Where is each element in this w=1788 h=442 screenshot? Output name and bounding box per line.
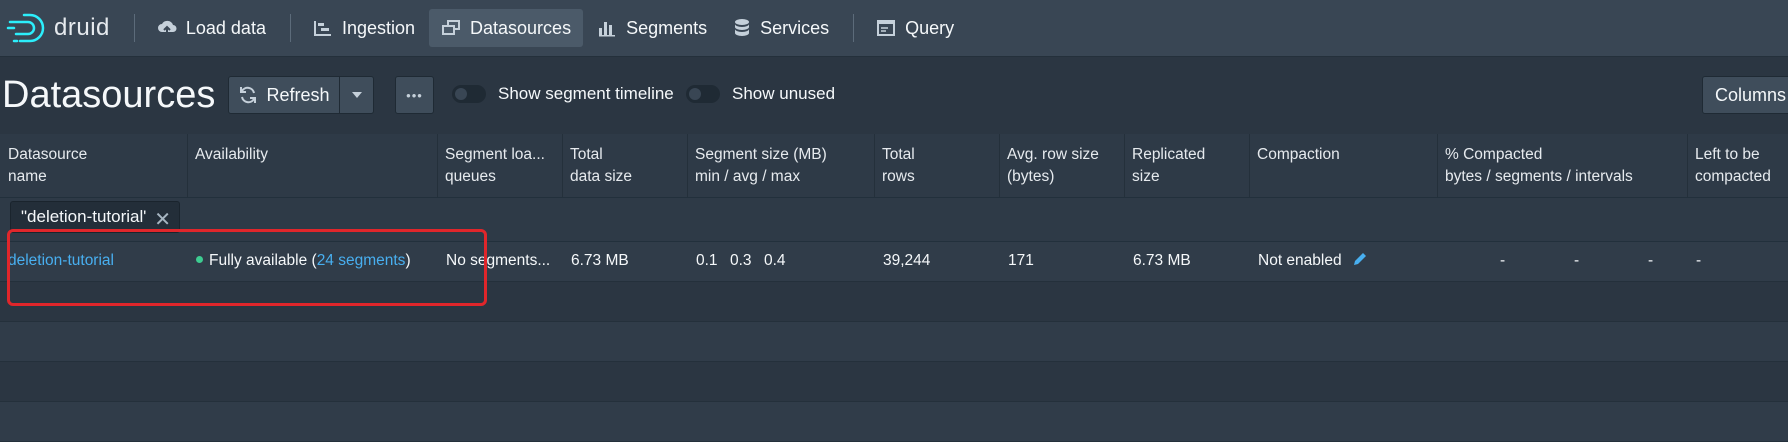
header-total-data-size[interactable]: Total data size — [570, 144, 632, 188]
druid-logo[interactable]: druid — [0, 0, 110, 56]
table-header: Datasource name Availability Segment loa.… — [0, 134, 1788, 198]
header-total-rows[interactable]: Total rows — [882, 144, 915, 188]
segment-timeline-label: Show segment timeline — [498, 84, 674, 103]
application-icon — [877, 20, 896, 36]
header-replicated-size[interactable]: Replicated size — [1132, 144, 1205, 188]
header-compaction[interactable]: Compaction — [1257, 144, 1340, 166]
caret-down-icon — [351, 92, 362, 98]
database-icon — [735, 19, 750, 36]
highlight-annotation-box — [7, 229, 487, 306]
nav-services[interactable]: Services — [721, 9, 841, 47]
segment-timeline-switch[interactable] — [452, 85, 486, 103]
columns-label: Columns — [1715, 84, 1787, 105]
segment-avg-cell: 0.3 — [730, 252, 752, 269]
header-datasource-name[interactable]: Datasource name — [8, 144, 87, 188]
nav-datasources[interactable]: Datasources — [429, 9, 584, 47]
total-rows-cell: 39,244 — [883, 252, 931, 269]
nav-divider — [853, 14, 855, 42]
total-size-cell: 6.73 MB — [571, 252, 629, 269]
compacted-intervals-cell: - — [1648, 252, 1654, 269]
nav-divider — [289, 14, 291, 42]
compacted-bytes-cell: - — [1500, 252, 1506, 269]
filter-value: "deletion-tutorial" — [21, 207, 146, 226]
refresh-button[interactable]: Refresh — [228, 76, 340, 114]
nav-divider — [133, 14, 135, 42]
gantt-chart-icon — [313, 21, 331, 36]
nav-load-data[interactable]: Load data — [145, 9, 278, 47]
nav-ingestion-label: Ingestion — [341, 17, 416, 38]
refresh-button-group: Refresh — [228, 76, 374, 114]
segment-timeline-toggle[interactable]: Show segment timeline — [452, 84, 674, 104]
refresh-options-button[interactable] — [340, 76, 374, 114]
nav-ingestion[interactable]: Ingestion — [301, 9, 427, 47]
stacked-chart-icon — [599, 22, 616, 37]
show-unused-switch[interactable] — [686, 85, 720, 103]
segment-max-cell: 0.4 — [764, 252, 786, 269]
multi-select-icon — [442, 20, 461, 35]
page-title: Datasources — [2, 74, 216, 116]
header-left-to-be-compacted[interactable]: Left to be compacted — [1695, 144, 1771, 188]
druid-logo-icon — [6, 13, 45, 43]
left-to-be-compacted-cell: - — [1696, 252, 1702, 269]
header-segment-load-queues[interactable]: Segment loa... queues — [445, 144, 545, 188]
nav-load-data-label: Load data — [185, 17, 266, 38]
table-row-empty — [0, 362, 1788, 402]
top-navbar: druid Load data Ingestion Datasources Se… — [0, 0, 1788, 57]
header-percent-compacted[interactable]: % Compacted bytes / segments / intervals — [1445, 144, 1633, 188]
show-unused-label: Show unused — [732, 84, 836, 103]
brand-name: druid — [54, 14, 110, 41]
header-segment-size[interactable]: Segment size (MB) min / avg / max — [695, 144, 827, 188]
refresh-label: Refresh — [266, 84, 330, 105]
header-avg-row-size[interactable]: Avg. row size (bytes) — [1007, 144, 1099, 188]
compaction-cell: Not enabled — [1258, 252, 1369, 270]
more-actions-button[interactable]: ••• — [395, 76, 434, 114]
replicated-size-cell: 6.73 MB — [1133, 252, 1191, 269]
columns-button[interactable]: Columns — [1702, 76, 1788, 114]
nav-services-label: Services — [760, 17, 830, 38]
avg-row-size-cell: 171 — [1008, 252, 1034, 269]
compacted-segments-cell: - — [1574, 252, 1580, 269]
nav-query-label: Query — [905, 17, 955, 38]
nav-segments-label: Segments — [626, 17, 708, 38]
more-icon: ••• — [406, 87, 423, 103]
nav-datasources-label: Datasources — [470, 17, 572, 38]
nav-query[interactable]: Query — [864, 9, 966, 47]
show-unused-toggle[interactable]: Show unused — [686, 84, 835, 104]
table-row-empty — [0, 402, 1788, 442]
cloud-upload-icon — [157, 20, 177, 36]
edit-pencil-icon[interactable] — [1351, 250, 1369, 268]
segment-min-cell: 0.1 — [696, 252, 718, 269]
table-row-empty — [0, 322, 1788, 362]
refresh-icon — [240, 86, 257, 104]
header-availability[interactable]: Availability — [195, 144, 268, 166]
nav-segments[interactable]: Segments — [585, 9, 719, 47]
